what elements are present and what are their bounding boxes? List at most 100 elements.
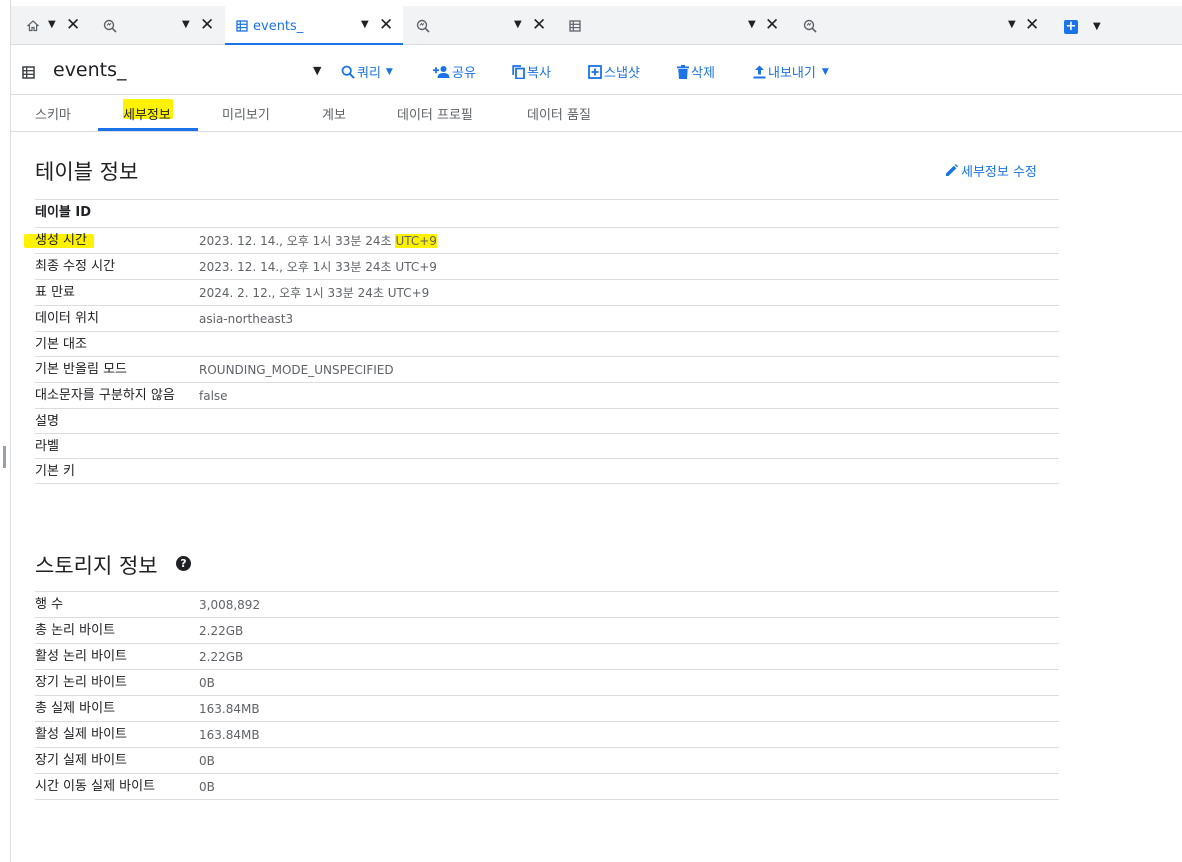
info-value <box>199 199 1059 228</box>
close-icon[interactable]: ✕ <box>66 16 80 34</box>
export-button[interactable]: 내보내기 ▼ <box>753 62 829 81</box>
snapshot-button[interactable]: 스냅샷 <box>588 62 640 81</box>
storage-info-list: 행 수 3,008,892 총 논리 바이트 2.22GB 활성 논리 바이트 2.2… <box>35 591 1059 800</box>
timezone-highlight: UTC+9 <box>395 234 437 248</box>
tab-schema[interactable]: 스키마 <box>35 104 71 123</box>
info-key: 최종 수정 시간 <box>35 253 199 280</box>
storage-row: 총 실제 바이트 163.84MB <box>35 695 1059 722</box>
info-key: 표 만료 <box>35 279 199 306</box>
tab-table-2[interactable]: ▼ ✕ <box>553 6 786 45</box>
search-icon <box>341 65 355 79</box>
tab-menu-caret-icon[interactable]: ▼ <box>48 19 56 30</box>
storage-key: 시간 이동 실제 바이트 <box>35 773 199 800</box>
close-icon[interactable]: ✕ <box>379 16 393 34</box>
storage-row: 장기 논리 바이트 0B <box>35 669 1059 696</box>
storage-row: 총 논리 바이트 2.22GB <box>35 617 1059 644</box>
storage-key: 활성 실제 바이트 <box>35 721 199 748</box>
created-time-value: 2023. 12. 14., 오후 1시 33분 24초 <box>199 234 392 248</box>
tab-menu-caret-icon[interactable]: ▼ <box>361 19 369 30</box>
storage-info-title: 스토리지 정보 <box>35 554 158 578</box>
storage-key: 총 논리 바이트 <box>35 617 199 644</box>
storage-value: 3,008,892 <box>199 591 1059 618</box>
panel-resize-handle[interactable] <box>3 446 6 468</box>
export-caret-icon: ▼ <box>821 66 829 77</box>
query-button[interactable]: 쿼리 ▼ <box>341 62 393 81</box>
tab-menu-caret-icon[interactable]: ▼ <box>748 19 756 30</box>
info-value: 2024. 2. 12., 오후 1시 33분 24초 UTC+9 <box>199 279 1059 306</box>
table-icon <box>568 19 582 33</box>
info-key: 기본 반올림 모드 <box>35 356 199 383</box>
close-icon[interactable]: ✕ <box>200 16 214 34</box>
edit-details-label: 세부정보 수정 <box>961 165 1037 180</box>
tab-data-quality[interactable]: 데이터 품질 <box>527 104 591 123</box>
storage-value: 0B <box>199 747 1059 774</box>
storage-key: 장기 실제 바이트 <box>35 747 199 774</box>
info-row: 표 만료 2024. 2. 12., 오후 1시 33분 24초 UTC+9 <box>35 279 1059 306</box>
storage-key: 활성 논리 바이트 <box>35 643 199 670</box>
active-tab-indicator <box>98 128 198 131</box>
export-button-label: 내보내기 <box>768 66 816 81</box>
storage-key: 행 수 <box>35 591 199 618</box>
person-add-icon <box>433 66 450 78</box>
info-row: 생성 시간 2023. 12. 14., 오후 1시 33분 24초 UTC+9 <box>35 227 1059 254</box>
info-row: 최종 수정 시간 2023. 12. 14., 오후 1시 33분 24초 UTC… <box>35 253 1059 280</box>
table-toolbar: events_ ▼ 쿼리 ▼ 공유 복사 스냅샷 삭제 내보내기 ▼ <box>11 46 1182 95</box>
info-key: 데이터 위치 <box>35 305 199 332</box>
tab-data-profile[interactable]: 데이터 프로필 <box>397 104 473 123</box>
storage-value: 2.22GB <box>199 643 1059 670</box>
info-value <box>199 433 1059 459</box>
storage-value: 163.84MB <box>199 695 1059 722</box>
info-row: 데이터 위치 asia-northeast3 <box>35 305 1059 332</box>
info-row: 대소문자를 구분하지 않음 false <box>35 382 1059 409</box>
tab-label: events_ <box>253 19 304 34</box>
table-info-list: 테이블 ID 생성 시간 2023. 12. 14., 오후 1시 33분 24초… <box>35 199 1059 484</box>
share-button[interactable]: 공유 <box>433 62 476 81</box>
tab-home[interactable]: ▼ ✕ <box>11 6 96 45</box>
info-value: 2023. 12. 14., 오후 1시 33분 24초 UTC+9 <box>199 253 1059 280</box>
tab-query-1[interactable]: ▼ ✕ <box>96 6 224 45</box>
storage-row: 활성 논리 바이트 2.22GB <box>35 643 1059 670</box>
storage-row: 활성 실제 바이트 163.84MB <box>35 721 1059 748</box>
info-key: 기본 키 <box>35 458 199 484</box>
info-row: 라벨 <box>35 433 1059 459</box>
tab-preview[interactable]: 미리보기 <box>222 104 270 123</box>
tab-query-3[interactable]: ▼ ✕ <box>787 6 1049 45</box>
table-icon <box>235 19 249 33</box>
storage-value: 2.22GB <box>199 617 1059 644</box>
info-value <box>199 458 1059 484</box>
info-row: 기본 키 <box>35 458 1059 484</box>
table-title-caret-icon[interactable]: ▼ <box>313 64 321 77</box>
info-key: 대소문자를 구분하지 않음 <box>35 382 199 409</box>
home-icon <box>26 19 40 33</box>
tab-menu-caret-icon[interactable]: ▼ <box>1008 19 1016 30</box>
storage-value: 0B <box>199 669 1059 696</box>
info-key: 설명 <box>35 408 199 434</box>
new-tab-plus-icon[interactable]: + <box>1064 20 1078 34</box>
copy-icon <box>512 64 525 79</box>
storage-row: 시간 이동 실제 바이트 0B <box>35 773 1059 800</box>
delete-button[interactable]: 삭제 <box>677 62 715 81</box>
tab-details[interactable]: 세부정보 <box>123 104 171 123</box>
storage-key: 총 실제 바이트 <box>35 695 199 722</box>
delete-button-label: 삭제 <box>691 66 715 81</box>
table-title: events_ <box>53 59 127 81</box>
tab-menu-caret-icon[interactable]: ▼ <box>514 19 522 30</box>
tab-events[interactable]: events_ ▼ ✕ <box>225 6 403 45</box>
snapshot-icon <box>588 64 602 79</box>
snapshot-button-label: 스냅샷 <box>604 66 640 81</box>
storage-row: 행 수 3,008,892 <box>35 591 1059 618</box>
edit-details-button[interactable]: 세부정보 수정 <box>945 161 1037 180</box>
tab-query-2[interactable]: ▼ ✕ <box>404 6 552 45</box>
tab-menu-caret-icon[interactable]: ▼ <box>182 19 190 30</box>
query-icon <box>103 19 117 33</box>
help-icon[interactable]: ? <box>176 556 191 571</box>
info-value-row: 2023. 12. 14., 오후 1시 33분 24초 UTC+9 <box>199 227 1059 254</box>
close-icon[interactable]: ✕ <box>765 16 779 34</box>
tab-lineage[interactable]: 계보 <box>322 104 346 123</box>
close-icon[interactable]: ✕ <box>1025 16 1039 34</box>
new-tab-menu-caret-icon[interactable]: ▼ <box>1093 21 1101 32</box>
copy-button[interactable]: 복사 <box>512 62 551 81</box>
info-value: false <box>199 382 1059 409</box>
close-icon[interactable]: ✕ <box>532 16 546 34</box>
info-row: 기본 반올림 모드 ROUNDING_MODE_UNSPECIFIED <box>35 356 1059 383</box>
